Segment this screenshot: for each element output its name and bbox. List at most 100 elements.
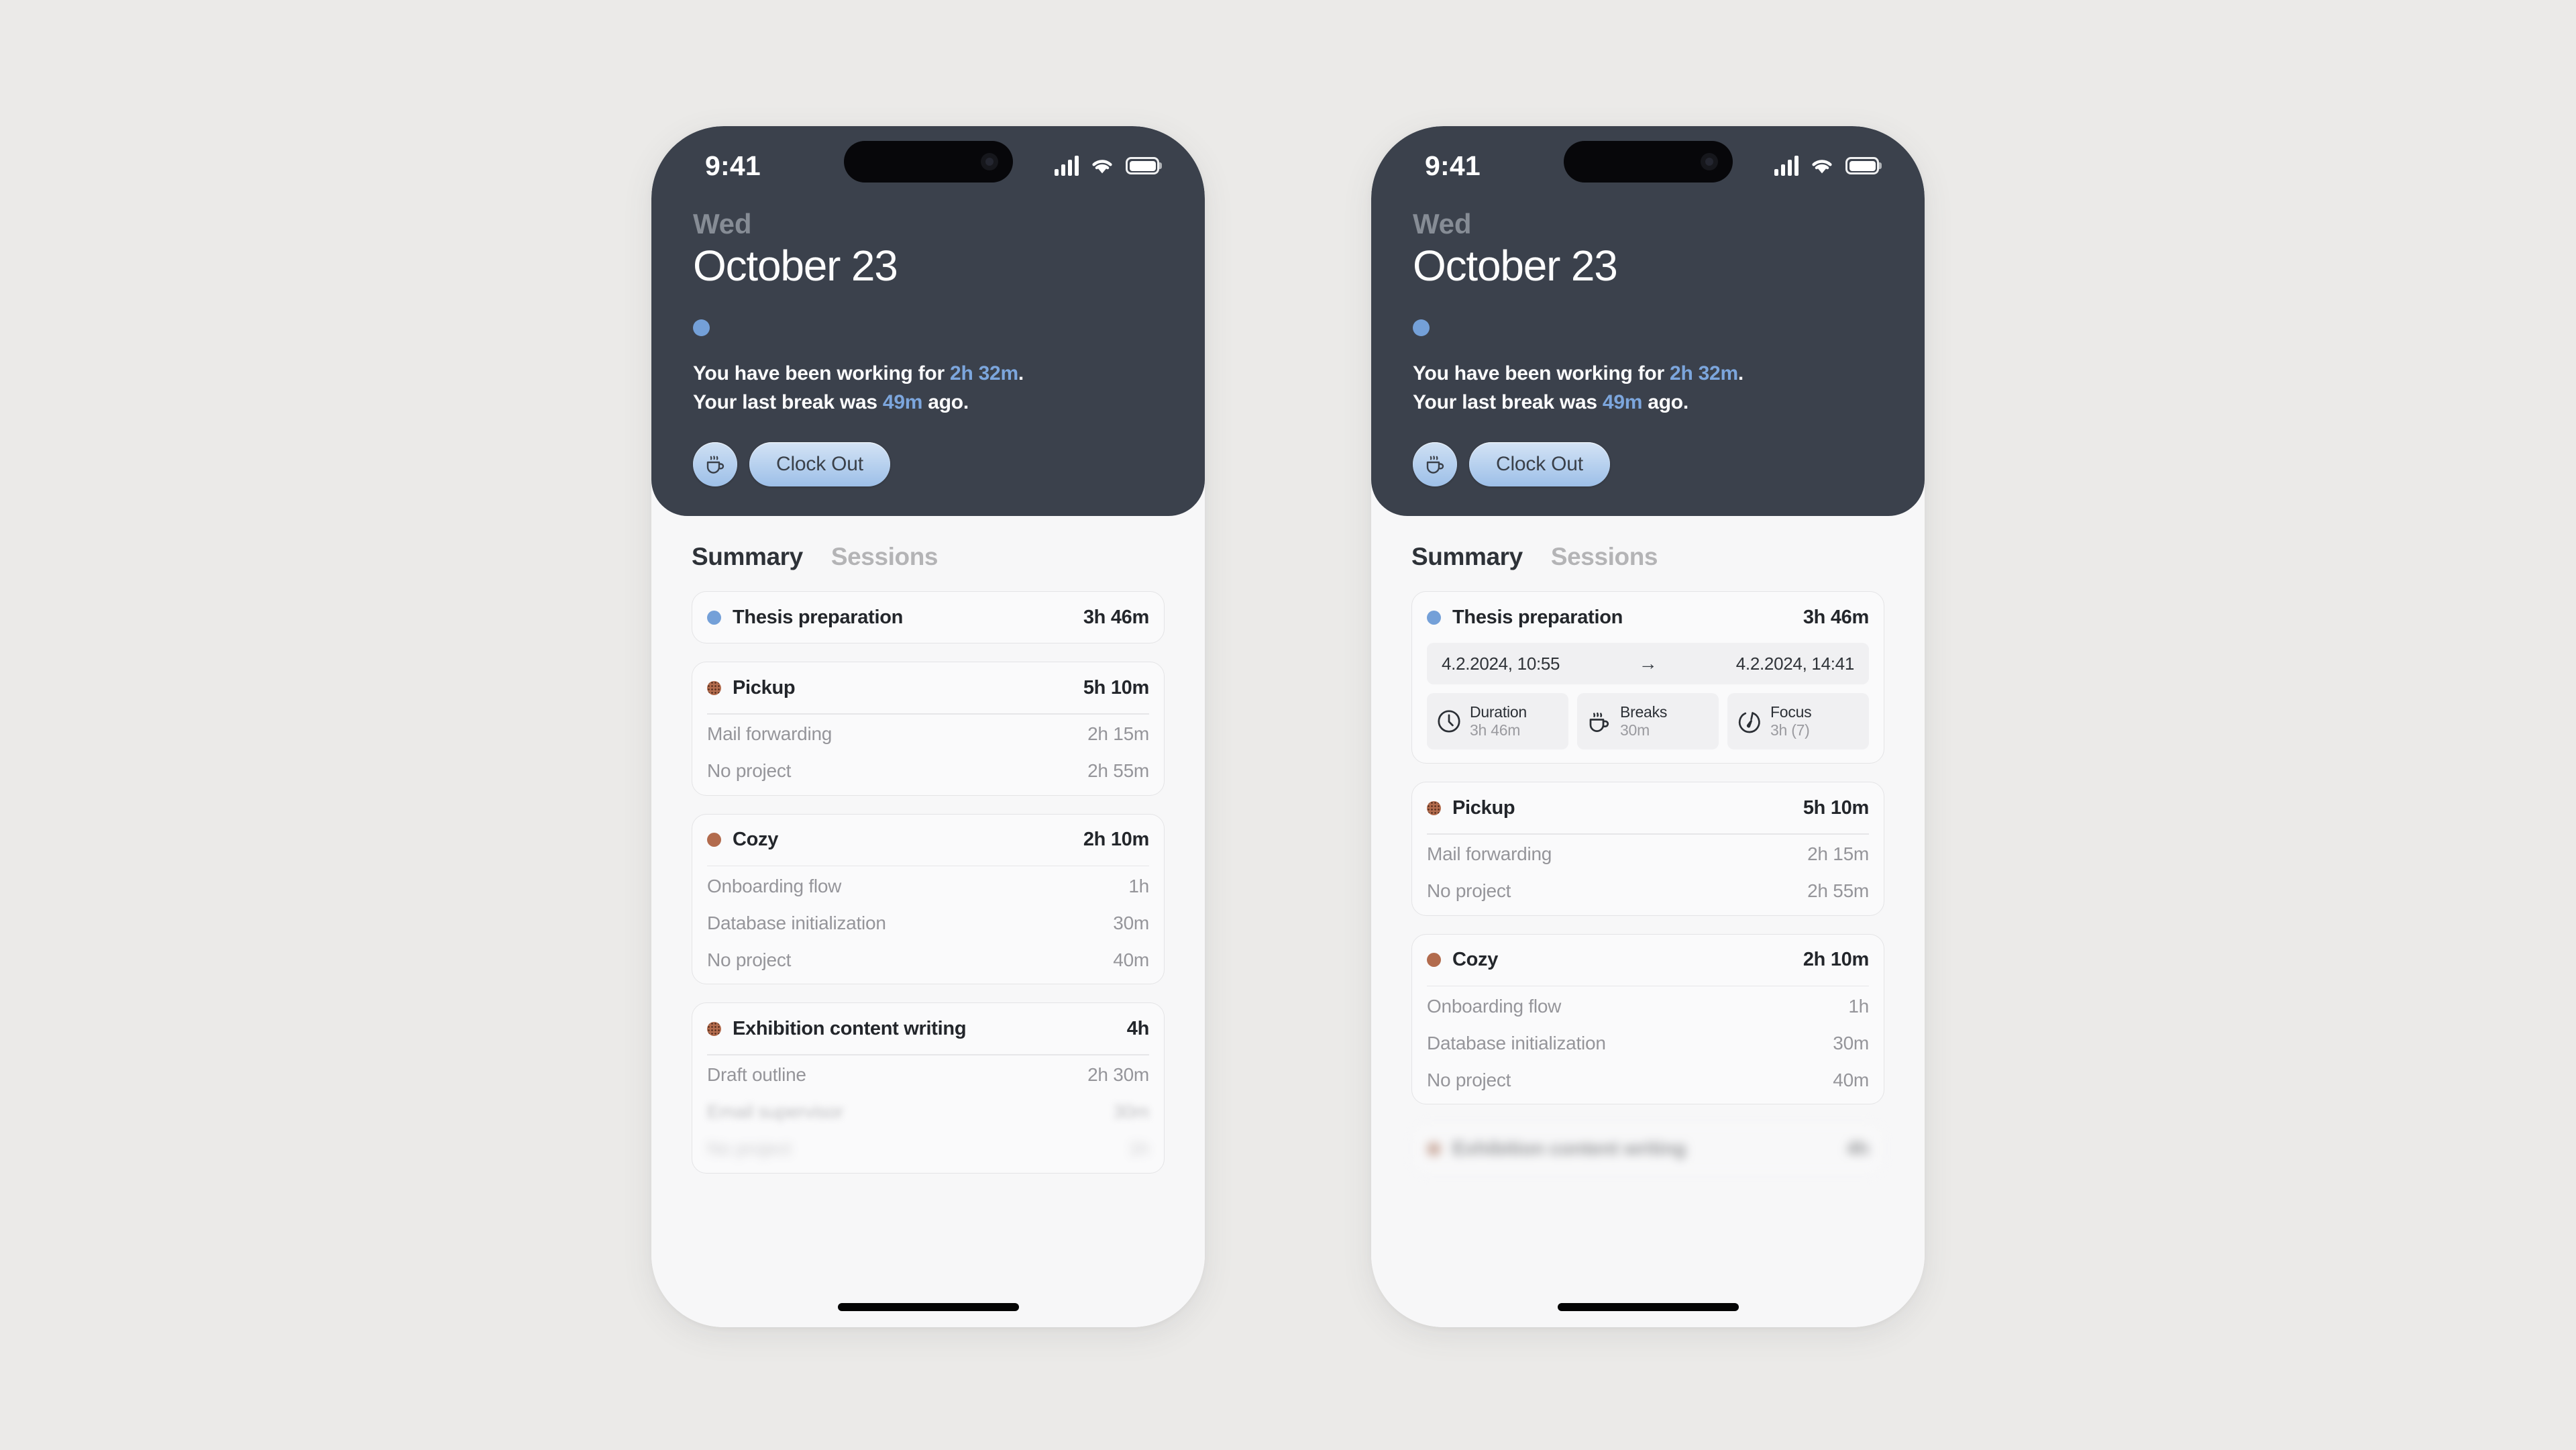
tab-sessions[interactable]: Sessions [831, 543, 938, 571]
card-header: Pickup 5h 10m [1427, 782, 1869, 833]
task-row[interactable]: Email supervisor 30m [707, 1094, 1149, 1131]
task-row[interactable]: Database initialization 30m [707, 904, 1149, 941]
task-row[interactable]: Mail forwarding 2h 15m [707, 716, 1149, 753]
card-divider [707, 713, 1149, 715]
session-start-time: 4.2.2024, 10:55 [1442, 653, 1560, 674]
task-row[interactable]: Database initialization 30m [1427, 1025, 1869, 1061]
weekday-label: Wed [693, 208, 752, 240]
project-card-list-left: Thesis preparation 3h 46m Pickup 5h 10m [692, 591, 1165, 1174]
project-total-time: 3h 46m [1803, 606, 1869, 628]
task-row[interactable]: Mail forwarding 2h 15m [1427, 836, 1869, 873]
summary-worked-value: 2h 32m [1670, 362, 1738, 385]
home-indicator[interactable] [837, 1303, 1019, 1311]
task-row[interactable]: No project 40m [1427, 1061, 1869, 1098]
clock-icon [1438, 710, 1460, 733]
card-header: Cozy 2h 10m [1427, 935, 1869, 986]
task-row[interactable]: No project 2h 55m [1427, 873, 1869, 910]
stat-value: 3h 46m [1470, 721, 1521, 739]
task-duration: 2h 55m [1087, 760, 1149, 782]
clock-out-button[interactable]: Clock Out [1469, 442, 1610, 487]
project-color-dot [707, 833, 721, 847]
project-total-time: 2h 10m [1083, 829, 1149, 851]
task-duration: 2h 30m [1087, 1064, 1149, 1086]
card-divider [1427, 985, 1869, 987]
clock-out-button[interactable]: Clock Out [749, 442, 890, 487]
wifi-icon [1092, 160, 1112, 174]
status-bar-left: 9:41 [693, 126, 1163, 199]
project-color-dot [1427, 610, 1441, 625]
project-name: Thesis preparation [733, 606, 904, 628]
summary-break-value: 49m [1602, 391, 1643, 413]
task-row[interactable]: Draft outline 2h 30m [707, 1057, 1149, 1094]
tab-sessions[interactable]: Sessions [1551, 543, 1658, 571]
page-title: October 23 [693, 241, 898, 290]
stat-text: Duration 3h 46m [1470, 703, 1527, 739]
task-row[interactable]: No project 1h [707, 1131, 1149, 1168]
project-card-thesis-expanded[interactable]: Thesis preparation 3h 46m 4.2.2024, 10:5… [1411, 591, 1884, 764]
coffee-cup-icon [1426, 456, 1444, 474]
summary-body-left: Summary Sessions Thesis preparation 3h 4… [651, 516, 1205, 1327]
stat-label: Breaks [1620, 703, 1668, 721]
stat-label: Focus [1770, 703, 1812, 721]
project-name: Cozy [1452, 949, 1499, 971]
task-duration: 1h [1128, 875, 1149, 896]
status-bar-time: 9:41 [1425, 150, 1481, 181]
tab-bar-left: Summary Sessions [692, 516, 1165, 591]
status-bar-right: 9:41 [1413, 126, 1883, 199]
phone-screen-right: 9:41 Wed October 23 You have been workin… [1371, 126, 1925, 1327]
active-status-dot [693, 319, 710, 337]
take-break-button[interactable] [693, 442, 737, 487]
card-divider [707, 1054, 1149, 1055]
task-duration: 40m [1833, 1069, 1869, 1090]
summary-break-prefix: Your last break was [693, 391, 883, 413]
work-summary-text: You have been working for 2h 32m. Your l… [1413, 360, 1883, 417]
project-card-cozy[interactable]: Cozy 2h 10m Onboarding flow 1h Database … [1411, 933, 1884, 1105]
stat-focus: Focus 3h (7) [1727, 693, 1869, 750]
task-duration: 30m [1113, 912, 1149, 933]
task-label: No project [707, 760, 792, 782]
project-card-cozy[interactable]: Cozy 2h 10m Onboarding flow 1h Database … [692, 813, 1165, 985]
project-card-pickup[interactable]: Pickup 5h 10m Mail forwarding 2h 15m No … [692, 662, 1165, 796]
signal-bars-icon [1774, 156, 1799, 176]
summary-break-prefix: Your last break was [1413, 391, 1603, 413]
summary-middle: . [1737, 362, 1743, 385]
project-card-exhibition[interactable]: Exhibition content writing 4h [1411, 1123, 1884, 1176]
stat-label: Duration [1470, 703, 1527, 721]
project-color-dot [1427, 800, 1441, 815]
task-row[interactable]: No project 2h 55m [707, 753, 1149, 790]
task-label: Onboarding flow [707, 875, 842, 896]
task-duration: 40m [1113, 949, 1149, 970]
stat-text: Focus 3h (7) [1770, 703, 1812, 739]
project-color-dot [707, 610, 721, 625]
task-label: Draft outline [707, 1064, 806, 1086]
battery-icon [1845, 157, 1879, 174]
task-row[interactable]: No project 40m [707, 941, 1149, 978]
status-bar-time: 9:41 [705, 150, 761, 181]
project-name: Thesis preparation [1452, 606, 1623, 628]
summary-break-suffix: ago. [922, 391, 969, 413]
home-indicator[interactable] [1557, 1303, 1739, 1311]
tab-summary[interactable]: Summary [692, 543, 803, 571]
project-card-thesis[interactable]: Thesis preparation 3h 46m [692, 591, 1165, 644]
project-total-time: 5h 10m [1803, 796, 1869, 819]
dynamic-island [843, 141, 1013, 183]
take-break-button[interactable] [1413, 442, 1457, 487]
tab-summary[interactable]: Summary [1411, 543, 1523, 571]
stat-value: 3h (7) [1770, 721, 1810, 739]
task-label: Database initialization [1427, 1032, 1606, 1053]
task-label: No project [1427, 1069, 1511, 1090]
stat-text: Breaks 30m [1620, 703, 1667, 739]
task-duration: 30m [1833, 1032, 1869, 1053]
status-bar-icons [1055, 156, 1159, 176]
task-label: Mail forwarding [707, 723, 833, 745]
signal-bars-icon [1055, 156, 1079, 176]
project-card-pickup[interactable]: Pickup 5h 10m Mail forwarding 2h 15m No … [1411, 782, 1884, 916]
task-row[interactable]: Onboarding flow 1h [1427, 988, 1869, 1025]
card-divider [1427, 833, 1869, 835]
project-total-time: 4h [1846, 1137, 1870, 1159]
task-label: Mail forwarding [1427, 843, 1552, 865]
project-card-exhibition[interactable]: Exhibition content writing 4h Draft outl… [692, 1002, 1165, 1174]
task-row[interactable]: Onboarding flow 1h [707, 868, 1149, 904]
session-stats-row: Duration 3h 46m Breaks 30m Focus 3h (7) [1427, 693, 1869, 750]
day-header-right: 9:41 Wed October 23 You have been workin… [1371, 126, 1925, 517]
